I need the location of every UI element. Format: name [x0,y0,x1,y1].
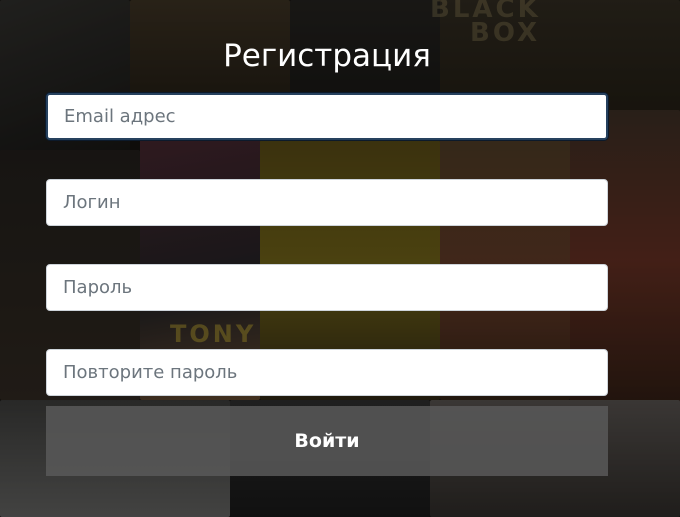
registration-form: Регистрация Войти [46,30,608,476]
repeat-password-field[interactable] [46,349,608,396]
password-field[interactable] [46,264,608,311]
email-field[interactable] [46,93,608,140]
form-title: Регистрация [223,38,431,74]
submit-button[interactable]: Войти [46,406,608,476]
login-field[interactable] [46,179,608,226]
registration-page: BLACK BOX TONY Регистрация Войти [0,0,680,517]
